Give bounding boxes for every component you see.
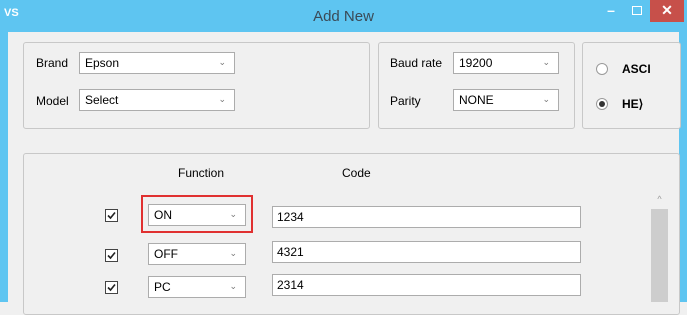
- title-bar[interactable]: VS Add New – ✕: [0, 0, 687, 32]
- parity-value: NONE: [459, 93, 494, 107]
- brand-select[interactable]: Epson ⌄: [79, 52, 235, 74]
- maximize-icon: [632, 6, 642, 15]
- code-input[interactable]: 4321: [272, 241, 581, 263]
- row-checkbox[interactable]: [105, 249, 118, 262]
- window-frame-left: [0, 32, 8, 302]
- row-checkbox[interactable]: [105, 209, 118, 222]
- code-input[interactable]: 1234: [272, 206, 581, 228]
- ascii-label: ASCI: [622, 62, 651, 76]
- function-value: PC: [154, 280, 171, 294]
- code-header: Code: [342, 166, 371, 180]
- maximize-button[interactable]: [624, 0, 650, 22]
- scrollbar-thumb[interactable]: [651, 209, 668, 302]
- ascii-radio[interactable]: [596, 63, 608, 75]
- function-select[interactable]: PC ⌄: [148, 276, 246, 298]
- checkmark-icon: [107, 283, 116, 292]
- model-label: Model: [36, 94, 69, 108]
- scroll-up-icon[interactable]: ^: [651, 194, 668, 206]
- window-title: Add New: [313, 8, 374, 25]
- chevron-down-icon: ⌄: [542, 94, 550, 104]
- chevron-down-icon: ⌄: [218, 94, 226, 104]
- model-select[interactable]: Select ⌄: [79, 89, 235, 111]
- checkmark-icon: [107, 251, 116, 260]
- baud-rate-select[interactable]: 19200 ⌄: [453, 52, 559, 74]
- radio-selected-dot: [599, 101, 605, 107]
- model-value: Select: [85, 93, 119, 107]
- baud-rate-label: Baud rate: [390, 56, 443, 70]
- function-select[interactable]: OFF ⌄: [148, 243, 246, 265]
- code-value: 4321: [277, 245, 304, 259]
- highlight-box: [141, 195, 253, 233]
- checkmark-icon: [107, 211, 116, 220]
- parity-select[interactable]: NONE ⌄: [453, 89, 559, 111]
- chevron-down-icon: ⌄: [229, 248, 237, 258]
- chevron-down-icon: ⌄: [229, 281, 237, 291]
- chevron-down-icon: ⌄: [218, 57, 226, 67]
- code-input[interactable]: 2314: [272, 274, 581, 296]
- chevron-down-icon: ⌄: [542, 57, 550, 67]
- function-value: OFF: [154, 247, 178, 261]
- brand-value: Epson: [85, 56, 120, 70]
- code-value: 1234: [277, 210, 304, 224]
- code-value: 2314: [277, 278, 304, 292]
- hex-label: HE⟩: [622, 97, 644, 111]
- hex-radio[interactable]: [596, 98, 608, 110]
- close-button[interactable]: ✕: [650, 0, 684, 22]
- function-header: Function: [178, 166, 225, 180]
- baud-rate-value: 19200: [459, 56, 493, 70]
- parity-label: Parity: [390, 94, 421, 108]
- close-icon: ✕: [661, 2, 673, 18]
- format-group: [582, 42, 681, 129]
- brand-label: Brand: [36, 56, 69, 70]
- row-checkbox[interactable]: [105, 281, 118, 294]
- minimize-button[interactable]: –: [598, 0, 624, 22]
